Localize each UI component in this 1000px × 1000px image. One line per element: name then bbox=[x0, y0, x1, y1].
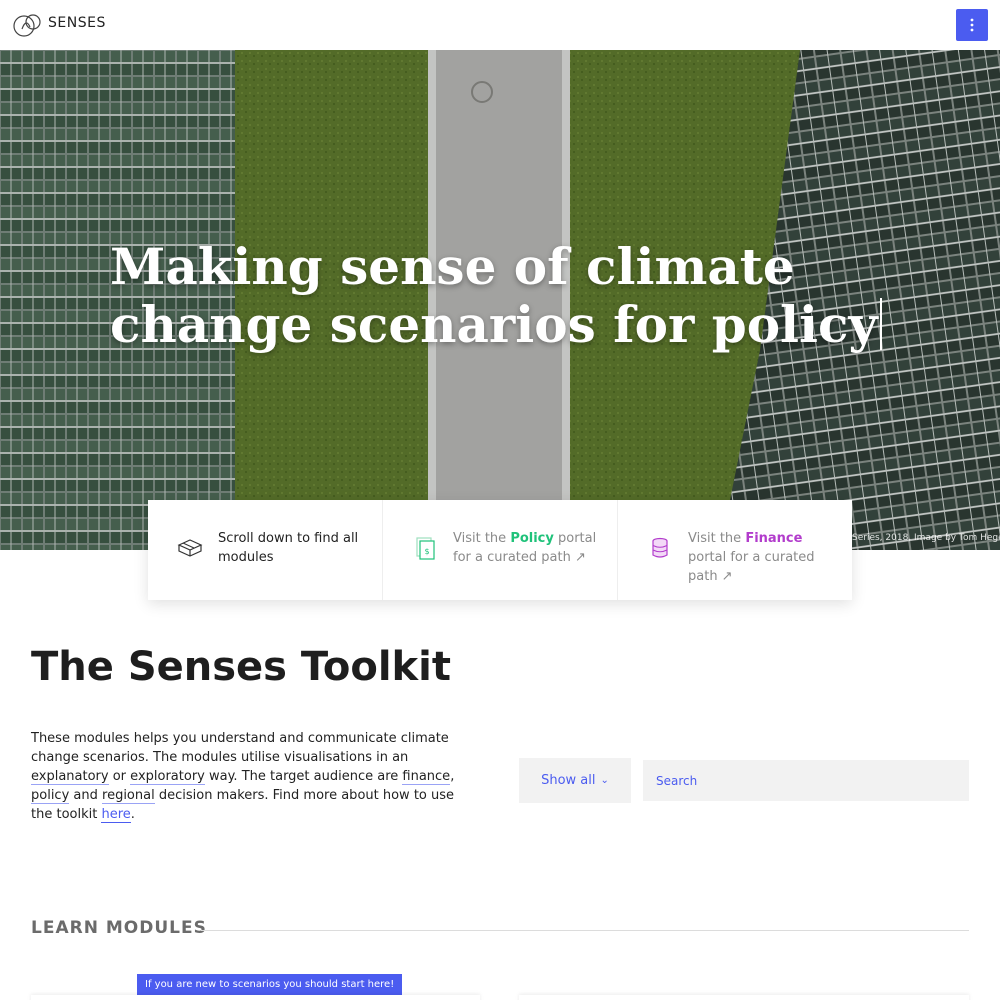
finance-portal-card[interactable]: Visit the Finance portal for a curated p… bbox=[618, 500, 852, 600]
svg-text:$: $ bbox=[424, 547, 429, 556]
page-title: The Senses Toolkit bbox=[31, 644, 451, 690]
image-credit: Series, 2018, Image by Tom Hegen bbox=[852, 533, 1000, 543]
start-here-tooltip: If you are new to scenarios you should s… bbox=[137, 974, 403, 996]
top-navigation-bar: SENSES bbox=[0, 0, 1000, 50]
scroll-down-card[interactable]: Scroll down to find all modules bbox=[148, 500, 383, 600]
learn-modules-heading: LEARN MODULES bbox=[31, 918, 207, 938]
portal-cards: Scroll down to find all modules $ Visit … bbox=[148, 500, 852, 600]
coin-stack-icon bbox=[652, 537, 668, 558]
explanatory-link[interactable]: explanatory bbox=[31, 769, 109, 785]
policy-document-icon: $ bbox=[416, 537, 435, 560]
hero-banner: Making sense of climate change scenarios… bbox=[0, 50, 1000, 550]
hero-title-line-2: change scenarios for policy bbox=[110, 295, 878, 354]
here-link[interactable]: here bbox=[101, 807, 131, 823]
menu-button[interactable] bbox=[956, 9, 988, 41]
finance-portal-text: Visit the Finance portal for a curated p… bbox=[688, 531, 815, 584]
hero-title-line-1: Making sense of climate bbox=[110, 237, 795, 296]
module-card[interactable] bbox=[31, 995, 480, 1000]
senses-logo-icon[interactable] bbox=[12, 12, 42, 38]
module-card[interactable] bbox=[519, 995, 969, 1000]
policy-keyword: Policy bbox=[510, 531, 554, 546]
filter-label: Show all bbox=[541, 773, 596, 788]
filter-dropdown[interactable]: Show all ⌄ bbox=[519, 758, 631, 803]
section-divider bbox=[201, 930, 969, 931]
scroll-down-text: Scroll down to find all modules bbox=[218, 531, 359, 565]
toolkit-intro: These modules helps you understand and c… bbox=[31, 731, 455, 823]
policy-link[interactable]: policy bbox=[31, 788, 70, 804]
chevron-down-icon: ⌄ bbox=[600, 775, 609, 786]
regional-link[interactable]: regional bbox=[102, 788, 155, 804]
hero-title: Making sense of climate change scenarios… bbox=[110, 237, 882, 354]
text-cursor bbox=[879, 298, 882, 350]
policy-portal-card[interactable]: $ Visit the Policy portal for a curated … bbox=[383, 500, 618, 600]
search-input[interactable] bbox=[643, 760, 969, 801]
finance-link[interactable]: finance bbox=[402, 769, 451, 785]
policy-portal-text: Visit the Policy portal for a curated pa… bbox=[453, 531, 597, 565]
brand-name[interactable]: SENSES bbox=[48, 15, 106, 31]
finance-keyword: Finance bbox=[745, 531, 803, 546]
exploratory-link[interactable]: exploratory bbox=[130, 769, 205, 785]
box-icon bbox=[177, 539, 203, 557]
kebab-menu-icon bbox=[970, 18, 974, 32]
